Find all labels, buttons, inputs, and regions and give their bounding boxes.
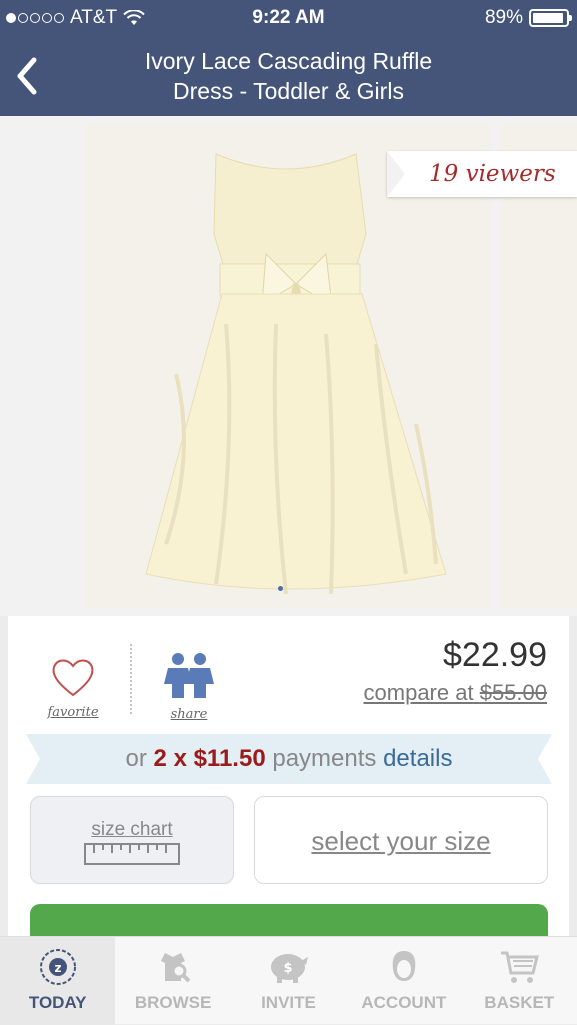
tab-invite[interactable]: $ INVITE — [231, 937, 346, 1025]
share-button[interactable]: share — [154, 652, 224, 722]
action-divider — [130, 644, 132, 714]
carousel-page-indicator — [278, 586, 283, 591]
battery-icon — [529, 9, 572, 27]
cart-icon — [501, 951, 540, 983]
tab-browse[interactable]: BROWSE — [115, 937, 230, 1025]
share-label: share — [170, 707, 208, 722]
tab-basket[interactable]: BASKET — [462, 937, 577, 1025]
svg-text:$: $ — [284, 961, 293, 976]
tab-today-label: TODAY — [28, 993, 87, 1012]
title-line-1: Ivory Lace Cascading Ruffle — [144, 48, 433, 74]
sale-price: $22.99 — [443, 636, 547, 674]
tab-invite-label: INVITE — [261, 993, 316, 1012]
original-price: $55.00 — [479, 680, 547, 705]
chevron-left-icon[interactable] — [10, 54, 46, 98]
share-people-icon — [164, 653, 214, 698]
favorite-button[interactable]: favorite — [38, 656, 108, 720]
battery-percent: 89% — [484, 7, 523, 28]
size-chart-label: size chart — [91, 819, 173, 840]
tab-basket-label: BASKET — [484, 993, 555, 1012]
tab-today[interactable]: z TODAY — [0, 937, 116, 1025]
compare-label: compare at — [363, 680, 474, 705]
status-bar: AT&T 9:22 AM 89% — [0, 0, 577, 36]
product-info-card: favorite share $22.99 compare at $55.00 … — [8, 616, 569, 954]
zulily-logo-icon: z — [39, 949, 76, 985]
browse-icon — [161, 953, 191, 983]
tab-account[interactable]: ACCOUNT — [346, 937, 461, 1025]
size-chart-button[interactable]: size chart — [30, 796, 234, 884]
ruler-icon — [84, 843, 180, 865]
piggy-bank-icon: $ — [271, 954, 309, 983]
payments-details-link[interactable]: details — [383, 745, 452, 772]
favorite-label: favorite — [47, 705, 99, 720]
nav-bar: Ivory Lace Cascading Ruffle Dress - Todd… — [0, 36, 577, 116]
select-size-button[interactable]: select your size — [254, 796, 548, 884]
tab-bar: z TODAY BROWSE $ INVITE ACCOUNT BASKET — [0, 936, 577, 1025]
title-line-2: Dress - Toddler & Girls — [173, 78, 404, 104]
battery-info: 89% — [484, 7, 572, 29]
heart-icon — [52, 659, 94, 697]
svg-text:z: z — [54, 961, 61, 975]
payments-suffix: payments — [272, 745, 377, 772]
page-title: Ivory Lace Cascading Ruffle Dress - Todd… — [90, 46, 487, 106]
person-icon — [392, 951, 416, 981]
viewers-badge: 19 viewers — [387, 151, 577, 197]
tab-account-label: ACCOUNT — [361, 993, 447, 1012]
tab-browse-label: BROWSE — [134, 993, 212, 1012]
payments-amount: 2 x $11.50 — [153, 745, 266, 772]
installment-banner: or 2 x $11.50 payments details — [26, 734, 552, 784]
compare-price: compare at $55.00 — [364, 680, 547, 706]
product-image-carousel[interactable]: 19 viewers — [0, 116, 577, 616]
payments-prefix: or — [125, 745, 147, 772]
